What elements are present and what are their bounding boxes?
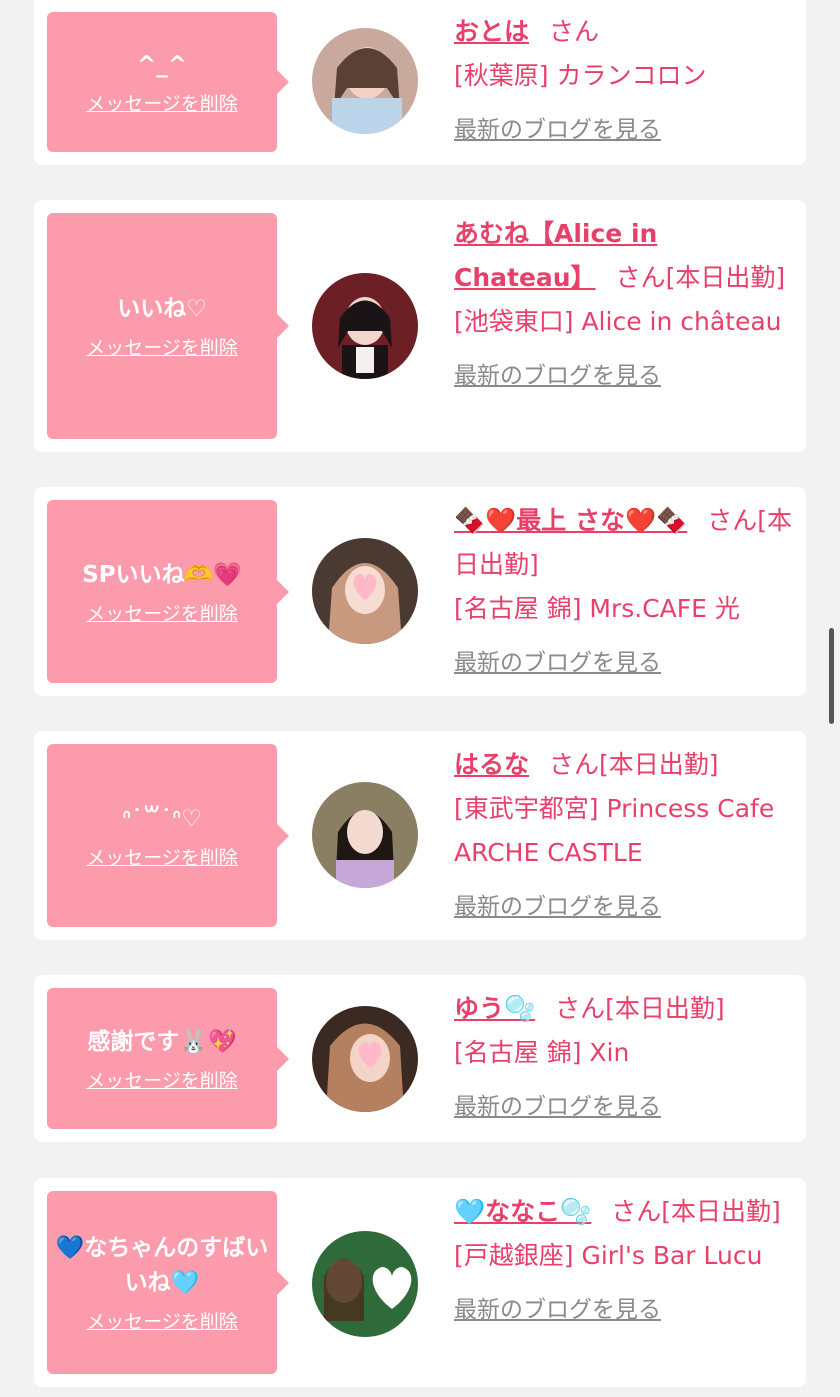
- latest-blog-link[interactable]: 最新のブログを見る: [454, 641, 661, 685]
- message-bubble: ^_^ メッセージを削除: [47, 12, 289, 152]
- attendance-status: [本日出勤]: [605, 994, 725, 1023]
- avatar[interactable]: [312, 28, 418, 134]
- message-bubble: ᐢ˙꒳˙ᐢ♡ メッセージを削除: [47, 744, 289, 927]
- message-text: 💙なちゃんのすばいいね🩵: [55, 1235, 269, 1296]
- honorific: さん: [549, 750, 600, 779]
- shop-name: [秋葉原] カランコロン: [454, 61, 707, 90]
- message-text: ᐢ˙꒳˙ᐢ♡: [122, 805, 202, 832]
- latest-blog-link[interactable]: 最新のブログを見る: [454, 1085, 661, 1129]
- attendance-status: [本日出勤]: [599, 750, 719, 779]
- delete-message-link[interactable]: メッセージを削除: [86, 1066, 238, 1093]
- shop-name: [戸越銀座] Girl's Bar Lucu: [454, 1241, 763, 1270]
- girl-info: あむね【Alice in Chateau】 さん[本日出勤] [池袋東口] Ali…: [454, 212, 792, 398]
- message-text: ^_^: [136, 52, 188, 78]
- message-card: 感謝です🐰💖 メッセージを削除 ゆう🫧 さん[本日出勤] [名古屋 錦] Xin …: [34, 975, 806, 1142]
- attendance-status: [本日出勤]: [661, 1197, 781, 1226]
- message-text: SPいいね🫶💗: [82, 561, 242, 588]
- message-bubble: 感謝です🐰💖 メッセージを削除: [47, 988, 289, 1129]
- message-text: いいね♡: [117, 296, 207, 322]
- girl-name-link[interactable]: ゆう🫧: [454, 994, 535, 1023]
- message-bubble: SPいいね🫶💗 メッセージを削除: [47, 500, 289, 683]
- delete-message-link[interactable]: メッセージを削除: [86, 1307, 238, 1334]
- avatar-photo: [312, 1006, 418, 1112]
- shop-name: [池袋東口] Alice in château: [454, 307, 782, 336]
- honorific: さん: [549, 17, 600, 46]
- delete-message-link[interactable]: メッセージを削除: [86, 333, 238, 360]
- girl-name-link[interactable]: 🩵ななこ🫧: [454, 1197, 591, 1226]
- delete-message-link[interactable]: メッセージを削除: [86, 599, 238, 626]
- honorific: さん: [615, 263, 666, 292]
- message-card: ᐢ˙꒳˙ᐢ♡ メッセージを削除 はるな さん[本日出勤] [東武宇都宮] Prin…: [34, 731, 806, 940]
- message-text: 感謝です🐰💖: [87, 1028, 237, 1055]
- attendance-status: [本日出勤]: [665, 263, 786, 292]
- girl-name-link[interactable]: 🍫❤️最上 さな❤️🍫: [454, 506, 687, 535]
- honorific: さん: [555, 994, 606, 1023]
- girl-name-link[interactable]: おとは: [454, 17, 529, 46]
- avatar-photo: [312, 273, 418, 379]
- delete-message-link[interactable]: メッセージを削除: [86, 89, 238, 116]
- girl-info: おとは さん [秋葉原] カランコロン 最新のブログを見る: [454, 10, 792, 152]
- shop-name: [名古屋 錦] Xin: [454, 1038, 630, 1067]
- message-card: 💙なちゃんのすばいいね🩵 メッセージを削除 🩵ななこ🫧 さん[本日出勤] [戸越銀…: [34, 1178, 806, 1387]
- girl-info: 🍫❤️最上 さな❤️🍫 さん[本日出勤] [名古屋 錦] Mrs.CAFE 光 最…: [454, 499, 792, 685]
- avatar-photo: [312, 782, 418, 888]
- message-card: いいね♡ メッセージを削除 あむね【Alice in Chateau】 さん[本日…: [34, 200, 806, 452]
- latest-blog-link[interactable]: 最新のブログを見る: [454, 354, 661, 398]
- delete-message-link[interactable]: メッセージを削除: [86, 843, 238, 870]
- shop-name: [東武宇都宮] Princess Cafe ARCHE CASTLE: [454, 794, 775, 867]
- girl-info: はるな さん[本日出勤] [東武宇都宮] Princess Cafe ARCHE …: [454, 743, 792, 929]
- avatar-photo: [312, 1231, 418, 1337]
- avatar[interactable]: [312, 1006, 418, 1112]
- girl-name-link[interactable]: はるな: [454, 750, 529, 779]
- message-bubble: 💙なちゃんのすばいいね🩵 メッセージを削除: [47, 1191, 289, 1374]
- avatar[interactable]: [312, 273, 418, 379]
- message-card: ^_^ メッセージを削除 おとは さん [秋葉原] カランコロン 最新のブログを見…: [34, 0, 806, 165]
- girl-info: ゆう🫧 さん[本日出勤] [名古屋 錦] Xin 最新のブログを見る: [454, 987, 792, 1129]
- message-card: SPいいね🫶💗 メッセージを削除 🍫❤️最上 さな❤️🍫 さん[本日出勤] [名古…: [34, 487, 806, 696]
- avatar[interactable]: [312, 538, 418, 644]
- message-bubble: いいね♡ メッセージを削除: [47, 213, 289, 439]
- scrollbar[interactable]: [829, 628, 834, 724]
- avatar[interactable]: [312, 782, 418, 888]
- avatar-photo: [312, 28, 418, 134]
- latest-blog-link[interactable]: 最新のブログを見る: [454, 885, 661, 929]
- girl-info: 🩵ななこ🫧 さん[本日出勤] [戸越銀座] Girl's Bar Lucu 最新の…: [454, 1190, 792, 1332]
- latest-blog-link[interactable]: 最新のブログを見る: [454, 1288, 661, 1332]
- avatar[interactable]: [312, 1231, 418, 1337]
- honorific: さん: [611, 1197, 662, 1226]
- avatar-photo: [312, 538, 418, 644]
- shop-name: [名古屋 錦] Mrs.CAFE 光: [454, 594, 740, 623]
- latest-blog-link[interactable]: 最新のブログを見る: [454, 108, 661, 152]
- honorific: さん: [707, 506, 758, 535]
